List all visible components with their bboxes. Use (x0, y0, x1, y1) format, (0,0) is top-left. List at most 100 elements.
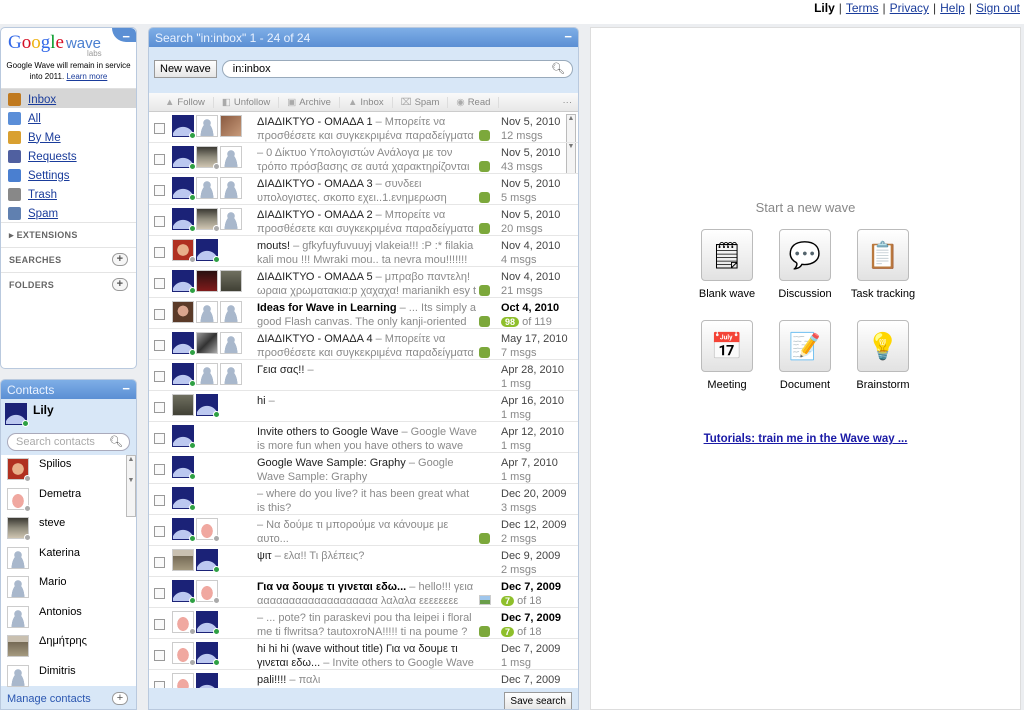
select-checkbox[interactable] (154, 433, 165, 444)
follow-action-button[interactable]: ▲ Follow (157, 96, 214, 108)
select-checkbox[interactable] (154, 247, 165, 258)
save-search-button[interactable]: Save search (504, 692, 572, 709)
wave-row[interactable]: Ideas for Wave in Learning – ... Its sim… (149, 298, 578, 329)
select-checkbox[interactable] (154, 185, 165, 196)
add-contact-button[interactable]: + (112, 692, 128, 705)
template-meeting[interactable]: 📅 Meeting (687, 320, 767, 391)
wave-row[interactable]: Για να δουμε τι γινεται εδω... – hello!!… (149, 577, 578, 608)
more-actions-button[interactable]: ··· (563, 97, 579, 108)
select-checkbox[interactable] (154, 340, 165, 351)
inbox-action-button[interactable]: ▲ Inbox (340, 96, 393, 108)
message-total: 21 msgs (501, 285, 543, 297)
template-task-tracking[interactable]: 📋 Task tracking (843, 229, 923, 300)
new-wave-button[interactable]: New wave (154, 60, 217, 78)
wave-row[interactable]: pali!!!! – παλι Dec 7, 2009 (149, 670, 578, 690)
minimize-search-button[interactable]: − (564, 29, 572, 44)
search-contacts-input[interactable]: Search contacts 🔍︎ (7, 433, 130, 451)
select-checkbox[interactable] (154, 216, 165, 227)
select-checkbox[interactable] (154, 526, 165, 537)
template-blank-wave[interactable]: 🗒 Blank wave (687, 229, 767, 300)
nav-item-trash[interactable]: Trash (1, 184, 136, 203)
template-discussion[interactable]: 💬 Discussion (765, 229, 845, 300)
wave-row[interactable]: Google Wave Sample: Graphy – Google Wave… (149, 453, 578, 484)
template-brainstorm[interactable]: 💡 Brainstorm (843, 320, 923, 391)
unfollow-action-button[interactable]: ◧ Unfollow (214, 96, 280, 108)
wave-row[interactable]: ΔΙΑΔΙΚΤΥΟ - ΟΜΑΔΑ 1 – Μπορείτε να προσθέ… (149, 112, 578, 143)
wave-row[interactable]: ΔΙΑΔΙΚΤΥΟ - ΟΜΑΔΑ 3 – συνδεει υπολογιστε… (149, 174, 578, 205)
nav-item-all[interactable]: All (1, 108, 136, 127)
nav-item-label[interactable]: Spam (28, 208, 58, 220)
nav-item-requests[interactable]: Requests (1, 146, 136, 165)
minimize-contacts-button[interactable]: − (122, 381, 130, 396)
wave-row[interactable]: – 0 Δίκτυο Υπολογιστών Ανάλογα με τον τρ… (149, 143, 578, 174)
contact-item[interactable]: Spilios (1, 455, 136, 485)
add-search-button[interactable]: + (112, 253, 128, 266)
select-checkbox[interactable] (154, 402, 165, 413)
wave-row[interactable]: hi hi hi (wave without title) Για να δου… (149, 639, 578, 670)
nav-item-label[interactable]: Settings (28, 170, 70, 182)
wave-row[interactable]: Invite others to Google Wave – Google Wa… (149, 422, 578, 453)
wave-row[interactable]: – Να δούμε τι μπορούμε να κάνουμε με αυτ… (149, 515, 578, 546)
wave-row[interactable]: ψιτ – ελα!! Τι βλέπεις? Dec 9, 2009 2 msgs (149, 546, 578, 577)
select-checkbox[interactable] (154, 619, 165, 630)
contact-item[interactable]: Dimitris (1, 662, 136, 692)
task-tracking-icon[interactable]: 📋 (857, 229, 909, 281)
wave-row[interactable]: Γεια σας!! – Apr 28, 2010 1 msg (149, 360, 578, 391)
wave-row[interactable]: ΔΙΑΔΙΚΤΥΟ - ΟΜΑΔΑ 2 – Μπορείτε να προσθέ… (149, 205, 578, 236)
select-checkbox[interactable] (154, 154, 165, 165)
contact-item[interactable]: steve (1, 514, 136, 544)
nav-item-label[interactable]: All (28, 113, 41, 125)
select-checkbox[interactable] (154, 123, 165, 134)
archive-action-button[interactable]: ▣ Archive (279, 96, 340, 108)
nav-item-label[interactable]: Requests (28, 151, 77, 163)
nav-item-by-me[interactable]: By Me (1, 127, 136, 146)
manage-contacts-link[interactable]: Manage contacts (7, 693, 91, 705)
nav-item-settings[interactable]: Settings (1, 165, 136, 184)
wave-subject: ΔΙΑΔΙΚΤΥΟ - ΟΜΑΔΑ 1 (257, 116, 376, 128)
contact-item[interactable]: Demetra (1, 485, 136, 515)
select-checkbox[interactable] (154, 557, 165, 568)
tutorial-link[interactable]: Tutorials: train me in the Wave way ... (704, 433, 908, 445)
wave-row[interactable]: ΔΙΑΔΙΚΤΥΟ - ΟΜΑΔΑ 4 – Μπορείτε να προσθέ… (149, 329, 578, 360)
document-icon[interactable]: 📝 (779, 320, 831, 372)
wave-row[interactable]: – ... pote? tin paraskevi pou tha leipei… (149, 608, 578, 639)
contacts-scrollbar[interactable]: ▲ ▼ (126, 455, 136, 517)
lightbulb-icon[interactable]: 💡 (857, 320, 909, 372)
contact-item[interactable]: Antonios (1, 603, 136, 633)
read-action-button[interactable]: ◉ Read (448, 96, 500, 108)
terms-link[interactable]: Terms (846, 1, 879, 15)
help-link[interactable]: Help (940, 1, 965, 15)
message-total: 2 msgs (501, 564, 537, 576)
nav-item-inbox[interactable]: Inbox (1, 89, 136, 108)
add-folder-button[interactable]: + (112, 278, 128, 291)
discussion-icon[interactable]: 💬 (779, 229, 831, 281)
blank-wave-icon[interactable]: 🗒 (701, 229, 753, 281)
learn-more-link[interactable]: Learn more (66, 72, 107, 81)
wave-row[interactable]: – where do you live? it has been great w… (149, 484, 578, 515)
nav-item-label[interactable]: Inbox (28, 94, 56, 106)
contact-item[interactable]: Δημήτρης (1, 632, 136, 662)
privacy-link[interactable]: Privacy (890, 1, 929, 15)
select-checkbox[interactable] (154, 309, 165, 320)
wave-row[interactable]: hi – Apr 16, 2010 1 msg (149, 391, 578, 422)
nav-item-label[interactable]: Trash (28, 189, 57, 201)
search-input[interactable]: in:inbox 🔍︎ (221, 60, 573, 78)
select-checkbox[interactable] (154, 495, 165, 506)
spam-action-button[interactable]: ⌧ Spam (393, 96, 449, 108)
wave-row[interactable]: mouts! – gfkyfuyfuvuuyj vlakeia!!! :P :*… (149, 236, 578, 267)
nav-item-label[interactable]: By Me (28, 132, 61, 144)
select-checkbox[interactable] (154, 650, 165, 661)
wave-row[interactable]: ΔΙΑΔΙΚΤΥΟ - ΟΜΑΔΑ 5 – μπραβο παντελη! ωρ… (149, 267, 578, 298)
sign-out-link[interactable]: Sign out (976, 1, 1020, 15)
contact-item[interactable]: Mario (1, 573, 136, 603)
nav-item-spam[interactable]: Spam (1, 203, 136, 222)
select-checkbox[interactable] (154, 588, 165, 599)
minimize-nav-button[interactable]: − (122, 29, 130, 44)
contact-item[interactable]: Katerina (1, 544, 136, 574)
select-checkbox[interactable] (154, 278, 165, 289)
template-document[interactable]: 📝 Document (765, 320, 845, 391)
select-checkbox[interactable] (154, 371, 165, 382)
select-checkbox[interactable] (154, 464, 165, 475)
meeting-calendar-icon[interactable]: 📅 (701, 320, 753, 372)
extensions-section[interactable]: ▸ EXTENSIONS (1, 222, 136, 247)
